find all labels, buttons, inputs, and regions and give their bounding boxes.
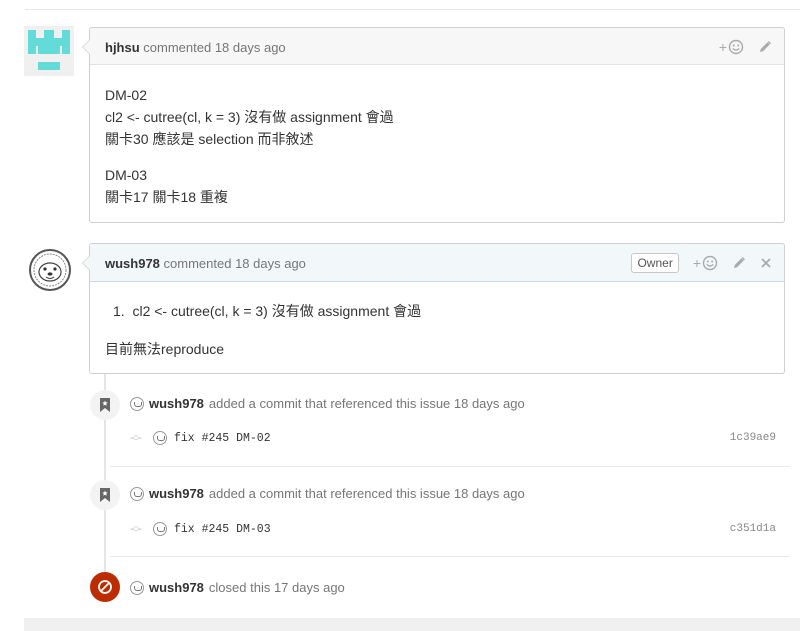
event-badge [90,480,120,510]
smiley-icon [702,255,718,271]
top-divider [25,9,800,10]
bookmark-icon [100,398,110,412]
list-number: 1. [113,303,125,319]
list-item: 1. cl2 <- cutree(cl, k = 3) 沒有做 assignme… [113,300,421,322]
comment-header: hjhsu commented 18 days ago + [90,28,784,65]
comment-hjhsu: hjhsu commented 18 days ago + DM-02 cl2 … [82,27,785,223]
edit-comment-button[interactable] [732,256,746,270]
identicon-icon [24,26,74,76]
comment-timestamp[interactable]: commented 18 days ago [143,40,285,55]
mini-avatar[interactable] [152,431,167,445]
text-line: 關卡17 關卡18 重複 [105,189,228,205]
pencil-icon [760,41,771,52]
text-line: DM-03 [105,167,148,183]
add-reaction-button[interactable]: + [693,255,718,271]
add-reaction-button[interactable]: + [719,39,744,55]
event-description: added a commit that referenced this issu… [208,486,525,501]
author-link[interactable]: wush978 [105,256,160,271]
author-link[interactable]: hjhsu [105,40,140,55]
otter-avatar-icon [29,249,71,291]
author-link[interactable]: wush978 [149,580,204,595]
text-line: 目前無法reproduce [105,341,225,357]
commit-message[interactable]: fix #245 DM-02 [174,432,271,445]
event-badge [90,572,120,602]
close-icon [761,258,771,268]
event-text: wush978 added a commit that referenced t… [130,396,525,411]
event-description: added a commit that referenced this issu… [208,396,525,411]
event-badge [90,390,120,420]
event-text: wush978 closed this 17 days ago [130,580,345,595]
smiley-icon [728,39,744,55]
text-line: cl2 <- cutree(cl, k = 3) 沒有做 assignment … [105,109,394,125]
plus-icon: + [692,255,701,271]
divider [110,556,790,557]
edit-comment-button[interactable] [758,40,772,54]
commit-row: -○- fix #245 DM-02 1c39ae9 [130,428,780,448]
comment-paragraph: DM-02 cl2 <- cutree(cl, k = 3) 沒有做 assig… [105,84,394,150]
comment-timestamp[interactable]: commented 18 days ago [164,256,306,271]
closed-circle-icon [98,580,112,594]
author-link[interactable]: wush978 [149,396,204,411]
comment-wush978: wush978 commented 18 days ago Owner + 1.… [82,243,785,374]
event-text: wush978 added a commit that referenced t… [130,486,525,501]
avatar-hjhsu[interactable] [24,26,74,76]
mini-avatar[interactable] [130,396,144,411]
commit-row: -○- fix #245 DM-03 c351d1a [130,519,780,539]
comment-paragraph: DM-03 關卡17 關卡18 重複 [105,164,228,208]
mini-avatar[interactable] [152,522,167,536]
mini-avatar[interactable] [130,580,144,595]
comment-paragraph: 目前無法reproduce [105,338,224,360]
comment-meta: hjhsu commented 18 days ago [105,40,286,55]
ordered-list: 1. cl2 <- cutree(cl, k = 3) 沒有做 assignme… [113,300,421,322]
text-line: 關卡30 應該是 selection 而非敘述 [105,131,314,147]
mini-avatar[interactable] [130,486,144,501]
author-link[interactable]: wush978 [149,486,204,501]
bottom-divider [24,618,800,631]
text-line: DM-02 [105,87,148,103]
comment-meta: wush978 commented 18 days ago [105,256,306,271]
pencil-icon [734,257,745,268]
commit-message[interactable]: fix #245 DM-03 [174,523,271,536]
delete-comment-button[interactable] [760,257,772,269]
owner-badge: Owner [631,253,679,273]
git-commit-icon: -○- [130,523,142,535]
avatar-wush978[interactable] [28,248,72,292]
bookmark-icon [100,488,110,502]
divider [110,466,790,467]
comment-header: wush978 commented 18 days ago Owner + [90,244,784,282]
event-description: closed this 17 days ago [208,580,345,595]
plus-icon: + [718,39,727,55]
list-item-text: cl2 <- cutree(cl, k = 3) 沒有做 assignment … [132,303,422,319]
commit-sha[interactable]: 1c39ae9 [730,432,776,444]
git-commit-icon: -○- [130,432,142,444]
commit-sha[interactable]: c351d1a [730,523,776,535]
